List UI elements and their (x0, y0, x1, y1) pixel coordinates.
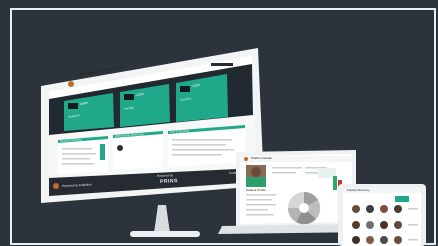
logo-icon (68, 81, 74, 87)
background-scene (0, 0, 438, 246)
pie-chart (287, 191, 321, 225)
footer-brand-logo: PRINS (159, 178, 179, 185)
tablet (338, 184, 426, 246)
laptop-profile-name: Student Profile (246, 188, 266, 192)
tablet-header-title: Faculty Directory (347, 188, 370, 192)
laptop-header-title: Prabhu Institute (251, 156, 273, 160)
